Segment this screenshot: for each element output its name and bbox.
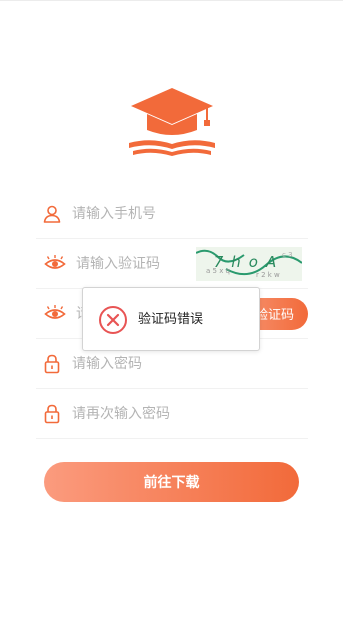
confirm-password-field-row <box>36 389 308 439</box>
eye-icon <box>44 304 66 319</box>
download-button[interactable]: 前往下载 <box>44 462 299 502</box>
lock-icon <box>44 354 60 373</box>
phone-input[interactable] <box>72 189 222 238</box>
error-toast: 验证码错误 <box>82 287 260 351</box>
captcha-field-row: a 5 x q r 2 k w c 3 7hoA <box>36 239 308 289</box>
lock-icon <box>44 404 60 423</box>
user-icon <box>43 205 61 223</box>
captcha-text: 7hoA <box>213 252 285 271</box>
confirm-password-input[interactable] <box>72 389 222 438</box>
captcha-image[interactable]: a 5 x q r 2 k w c 3 7hoA <box>196 246 302 281</box>
phone-field-row <box>36 189 308 239</box>
graduation-cap-book-icon <box>129 88 215 156</box>
error-x-icon <box>99 306 127 334</box>
eye-icon <box>44 254 66 269</box>
top-divider <box>0 0 343 1</box>
toast-message: 验证码错误 <box>138 312 204 327</box>
